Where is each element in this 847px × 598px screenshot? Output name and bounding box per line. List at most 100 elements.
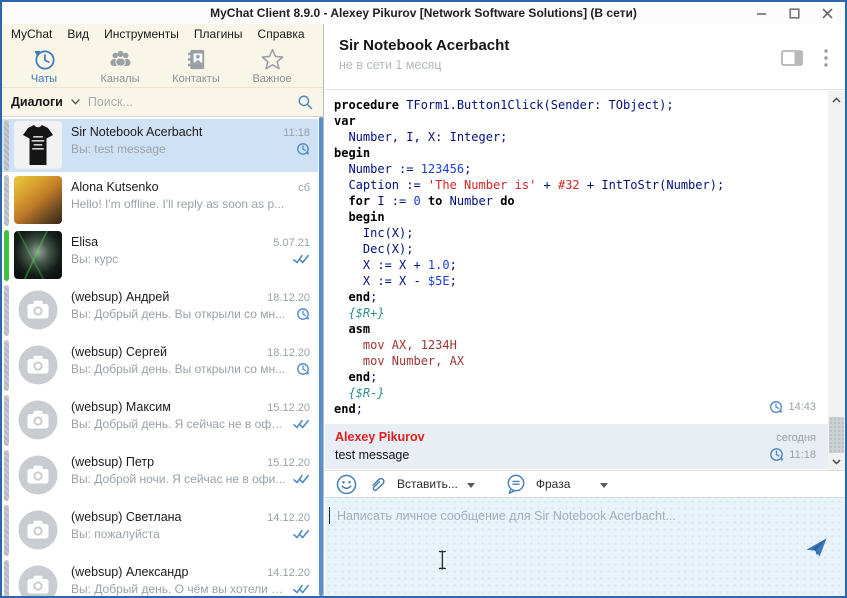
dialog-list-item[interactable]: Sir Notebook Acerbacht 11:18 Вы: test me… bbox=[2, 119, 318, 172]
dialog-list-item[interactable]: (websup) Светлана 14.12.20 Вы: пожалуйст… bbox=[2, 504, 318, 557]
camera-placeholder-icon bbox=[14, 286, 62, 334]
menu-item[interactable]: Справка bbox=[258, 27, 305, 41]
menu-item[interactable]: Инструменты bbox=[104, 27, 179, 41]
tab-important-label: Важное bbox=[252, 73, 291, 85]
dialog-status-icon bbox=[293, 472, 310, 486]
tab-channels[interactable]: Каналы bbox=[82, 44, 158, 87]
search-input[interactable] bbox=[88, 95, 289, 109]
camera-placeholder-icon bbox=[14, 396, 62, 444]
code-line: {$R+} bbox=[334, 305, 822, 321]
dialog-item-body: Elisa 5.07.21 Вы: курс bbox=[62, 229, 310, 282]
minimize-button[interactable] bbox=[749, 4, 773, 22]
camera-placeholder-icon bbox=[14, 341, 62, 389]
sidebar: MyChat Вид Инструменты Плагины Справка Ч… bbox=[2, 24, 324, 596]
own-message: Alexey Pikurov сегодня test message 11:1… bbox=[325, 424, 828, 469]
dialog-item-body: (websup) Андрей 18.12.20 Вы: Добрый день… bbox=[62, 284, 310, 337]
dialog-status-icon bbox=[293, 252, 310, 266]
message-input[interactable]: Написать личное сообщение для Sir Notebo… bbox=[325, 497, 845, 596]
avatar[interactable] bbox=[14, 396, 62, 444]
dialog-preview: Вы: Добрый день. О чём вы хотели с... bbox=[71, 582, 287, 596]
text-caret bbox=[329, 507, 330, 524]
dialog-name: (websup) Сергей bbox=[71, 345, 259, 359]
dialog-list-item[interactable]: (websup) Максим 15.12.20 Вы: Добрый день… bbox=[2, 394, 318, 447]
code-line: begin bbox=[334, 209, 822, 225]
tab-important[interactable]: Важное bbox=[234, 44, 310, 87]
dialog-time: 14.12.20 bbox=[267, 512, 310, 524]
phrase-button[interactable]: Фраза bbox=[536, 477, 571, 491]
menu-item[interactable]: Вид bbox=[67, 27, 89, 41]
avatar[interactable] bbox=[14, 121, 62, 169]
dialog-time: 18.12.20 bbox=[267, 347, 310, 359]
window-controls bbox=[749, 2, 839, 24]
split-view-icon[interactable] bbox=[781, 50, 803, 66]
dialog-time: 11:18 bbox=[283, 127, 310, 139]
ibeam-cursor-pointer bbox=[437, 550, 448, 575]
dialog-status-icon bbox=[296, 362, 310, 376]
dialog-preview: Вы: test message bbox=[71, 142, 290, 156]
dialog-list-item[interactable]: (websup) Александр 14.12.20 Вы: Добрый д… bbox=[2, 559, 318, 596]
message-history[interactable]: procedure TForm1.Button1Click(Sender: TO… bbox=[325, 90, 828, 470]
dialog-name: (websup) Петр bbox=[71, 455, 259, 469]
tab-chats[interactable]: Чаты bbox=[6, 44, 82, 87]
insert-button[interactable]: Вставить... bbox=[397, 477, 458, 491]
emoji-icon[interactable] bbox=[335, 473, 358, 496]
dialog-list-item[interactable]: Alona Kutsenko сб Hello! I'm offline. I'… bbox=[2, 174, 318, 227]
menu-item[interactable]: Плагины bbox=[194, 27, 243, 41]
dialog-list-item[interactable]: Elisa 5.07.21 Вы: курс bbox=[2, 229, 318, 282]
phrase-dropdown-icon[interactable] bbox=[600, 483, 608, 488]
insert-dropdown-icon[interactable] bbox=[467, 483, 475, 488]
dialog-time: сб bbox=[298, 182, 310, 194]
avatar[interactable] bbox=[14, 341, 62, 389]
search-icon[interactable] bbox=[297, 94, 314, 111]
dialog-item-body: Sir Notebook Acerbacht 11:18 Вы: test me… bbox=[62, 119, 310, 172]
code-line: X := X - $5E; bbox=[334, 273, 822, 289]
scroll-up-button[interactable] bbox=[828, 92, 845, 107]
close-icon bbox=[822, 8, 833, 19]
chat-header: Sir Notebook Acerbacht не в сети 1 месяц bbox=[325, 24, 845, 90]
chevron-down-icon bbox=[832, 459, 841, 465]
tab-contacts[interactable]: Контакты bbox=[158, 44, 234, 87]
maximize-icon bbox=[789, 8, 800, 19]
phrase-bubble-icon[interactable] bbox=[505, 473, 527, 495]
maximize-button[interactable] bbox=[782, 4, 806, 22]
dialog-status-icon bbox=[293, 582, 310, 596]
avatar[interactable] bbox=[14, 231, 62, 279]
attach-paperclip-icon[interactable] bbox=[367, 474, 388, 495]
scroll-down-button[interactable] bbox=[828, 454, 845, 469]
avatar[interactable] bbox=[14, 286, 62, 334]
sidebar-scrollbar[interactable] bbox=[319, 117, 323, 596]
dialog-list-item[interactable]: (websup) Сергей 18.12.20 Вы: Добрый день… bbox=[2, 339, 318, 392]
scrollbar-thumb[interactable] bbox=[829, 417, 844, 453]
message-author[interactable]: Alexey Pikurov bbox=[335, 430, 776, 444]
avatar[interactable] bbox=[14, 561, 62, 596]
dialog-item-body: (websup) Александр 14.12.20 Вы: Добрый д… bbox=[62, 559, 310, 596]
code-line: {$R-} bbox=[334, 385, 822, 401]
dialog-time: 18.12.20 bbox=[267, 292, 310, 304]
chevron-down-icon[interactable] bbox=[71, 99, 80, 105]
address-book-icon bbox=[184, 47, 209, 72]
close-button[interactable] bbox=[815, 4, 839, 22]
search-row: Диалоги bbox=[2, 87, 323, 117]
send-plane-icon bbox=[804, 536, 829, 559]
chat-panel: Sir Notebook Acerbacht не в сети 1 месяц… bbox=[325, 24, 845, 596]
pending-clock-icon bbox=[296, 362, 310, 376]
code-line: Caption := 'The Number is' + #32 + IntTo… bbox=[334, 177, 822, 193]
messages-scrollbar[interactable] bbox=[828, 91, 845, 470]
dialog-time: 5.07.21 bbox=[273, 237, 310, 249]
chevron-up-icon bbox=[832, 97, 841, 103]
avatar[interactable] bbox=[14, 176, 62, 224]
dialog-list-item[interactable]: (websup) Андрей 18.12.20 Вы: Добрый день… bbox=[2, 284, 318, 337]
send-button[interactable] bbox=[804, 536, 829, 564]
menu-item[interactable]: MyChat bbox=[11, 27, 52, 41]
code-line: var bbox=[334, 113, 822, 129]
minimize-icon bbox=[756, 8, 767, 19]
more-menu-icon[interactable] bbox=[823, 48, 829, 68]
title-bar[interactable]: MyChat Client 8.9.0 - Alexey Pikurov [Ne… bbox=[2, 2, 845, 24]
dialog-list-item[interactable]: (websup) Петр 15.12.20 Вы: Доброй ночи. … bbox=[2, 449, 318, 502]
window-title: MyChat Client 8.9.0 - Alexey Pikurov [Ne… bbox=[210, 6, 637, 20]
avatar[interactable] bbox=[14, 506, 62, 554]
dialogs-filter-dropdown[interactable]: Диалоги bbox=[11, 95, 63, 109]
dialog-name: (websup) Андрей bbox=[71, 290, 259, 304]
double-check-icon bbox=[293, 418, 310, 430]
avatar[interactable] bbox=[14, 451, 62, 499]
